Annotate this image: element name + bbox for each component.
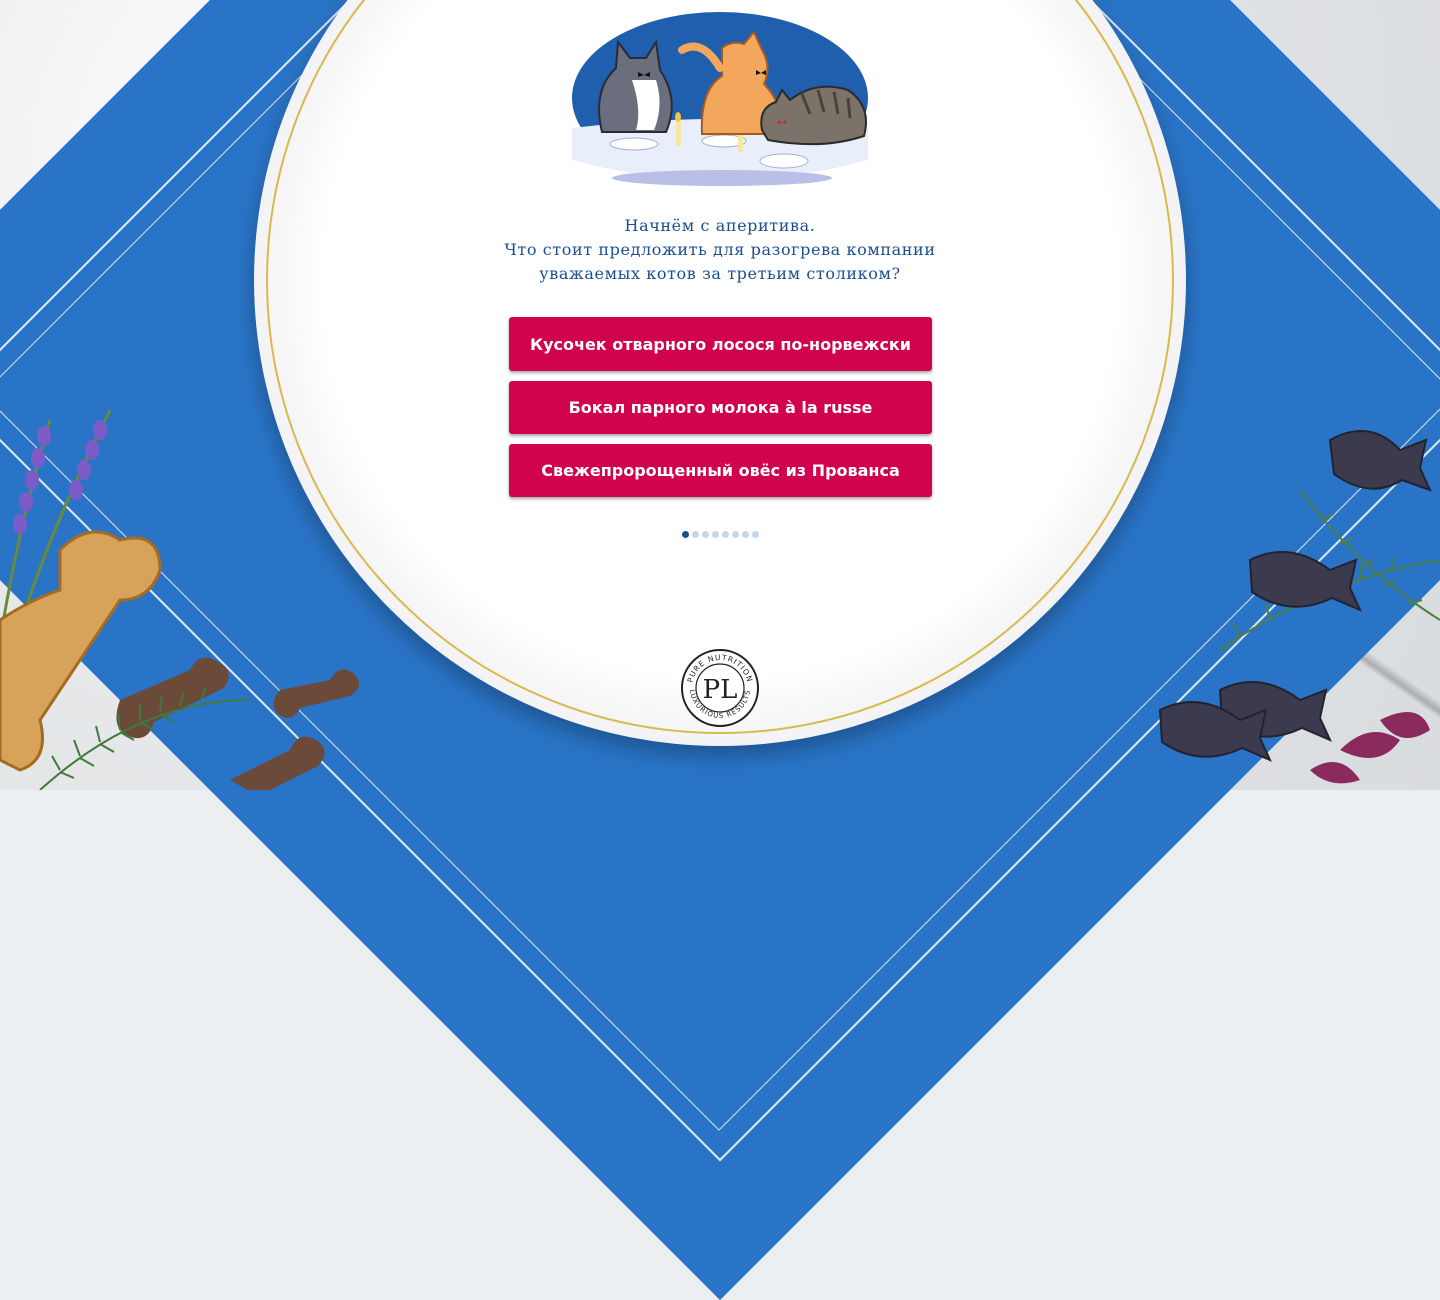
question-line: Что стоит предложить для разогрева компа… bbox=[504, 240, 936, 259]
answer-salmon-button[interactable]: Кусочек отварного лосося по-норвежски bbox=[509, 317, 932, 371]
pagination-dot-2[interactable] bbox=[692, 531, 699, 538]
cats-dinner-illustration bbox=[572, 12, 868, 186]
pagination-dot-8[interactable] bbox=[752, 531, 759, 538]
quiz-question: Начнём с аперитива. Что стоит предложить… bbox=[440, 214, 1000, 286]
pagination-dot-5[interactable] bbox=[722, 531, 729, 538]
question-pagination bbox=[682, 531, 759, 538]
pagination-dot-7[interactable] bbox=[742, 531, 749, 538]
pagination-dot-1[interactable] bbox=[682, 531, 689, 538]
pagination-dot-3[interactable] bbox=[702, 531, 709, 538]
bone-icon bbox=[0, 530, 360, 790]
basil-icon bbox=[1310, 712, 1430, 784]
fish-icon bbox=[1158, 430, 1432, 762]
question-line: уважаемых котов за третьим столиком? bbox=[539, 264, 901, 283]
question-line: Начнём с аперитива. bbox=[624, 216, 816, 235]
answer-options: Кусочек отварного лосося по-норвежски Бо… bbox=[509, 317, 932, 507]
pagination-dot-6[interactable] bbox=[732, 531, 739, 538]
right-decorations bbox=[1158, 430, 1440, 784]
answer-milk-button[interactable]: Бокал парного молока à la russe bbox=[509, 381, 932, 434]
logo-monogram: PL bbox=[703, 675, 738, 705]
left-decorations bbox=[0, 409, 360, 790]
answer-oats-button[interactable]: Свежепророщенный овёс из Прованса bbox=[509, 444, 932, 497]
pure-nutrition-logo: PURE NUTRITION LUXURIOUS RESULTS PL bbox=[681, 649, 759, 727]
pagination-dot-4[interactable] bbox=[712, 531, 719, 538]
